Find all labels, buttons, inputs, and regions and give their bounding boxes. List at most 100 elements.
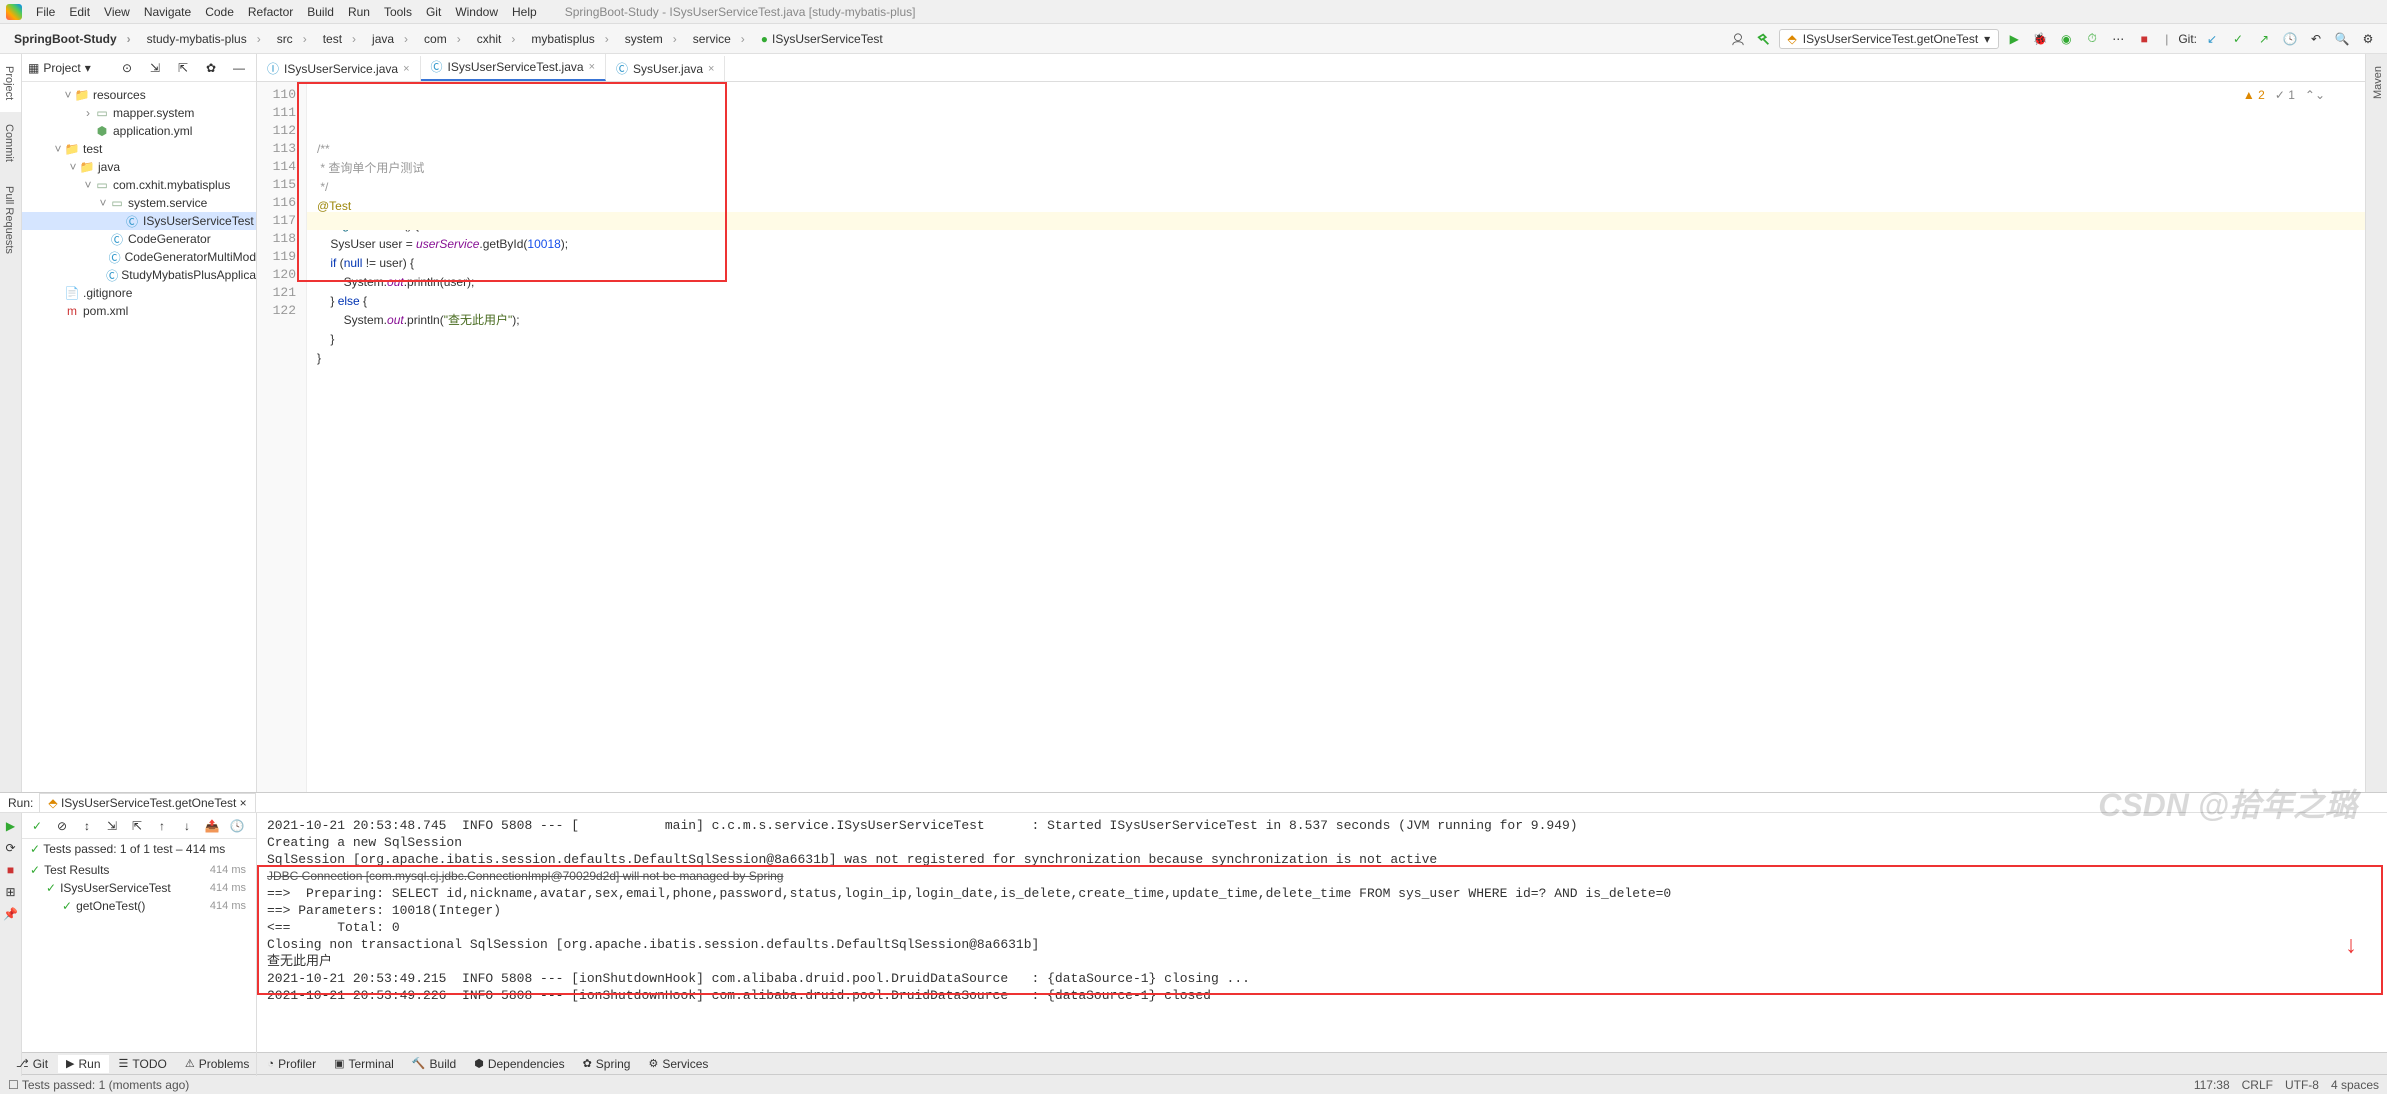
chevron-down-icon[interactable]: ▾: [85, 61, 91, 75]
settings-icon[interactable]: ✿: [200, 57, 222, 79]
menu-build[interactable]: Build: [301, 3, 340, 21]
close-icon[interactable]: ×: [589, 61, 595, 73]
hide-button[interactable]: —: [228, 57, 250, 79]
run-button[interactable]: ▶: [2003, 28, 2025, 50]
export-button[interactable]: 📤: [201, 815, 223, 837]
coverage-button[interactable]: ◉: [2055, 28, 2077, 50]
crumb-mbp[interactable]: mybatisplus: [525, 32, 614, 46]
line-separator[interactable]: CRLF: [2242, 1078, 2273, 1092]
annotation-arrow-icon: ↓: [2345, 936, 2357, 953]
crumb-class[interactable]: ● ISysUserServiceTest: [755, 32, 899, 46]
menu-file[interactable]: File: [30, 3, 61, 21]
editor: ⒾISysUserService.java× ⒸISysUserServiceT…: [257, 54, 2365, 792]
run-tab[interactable]: ⬘ ISysUserServiceTest.getOneTest ×: [39, 793, 255, 812]
git-commit-button[interactable]: ✓: [2227, 28, 2249, 50]
menu-edit[interactable]: Edit: [63, 3, 96, 21]
crumb-root[interactable]: SpringBoot-Study: [8, 32, 137, 46]
caret-position[interactable]: 117:38: [2194, 1078, 2230, 1092]
tree-item-test-class[interactable]: ⒸISysUserServiceTest: [22, 212, 256, 230]
crumb-test[interactable]: test: [317, 32, 362, 46]
select-opened-button[interactable]: ⊙: [116, 57, 138, 79]
pin-button[interactable]: 📌: [2, 905, 20, 923]
inspection-badge[interactable]: ▲ 2 ✓ 1 ⌃⌄: [2243, 86, 2325, 104]
collapse-all-button[interactable]: ⇱: [172, 57, 194, 79]
close-icon[interactable]: ×: [403, 63, 409, 75]
show-passed-button[interactable]: ✓: [26, 815, 48, 837]
stop-button[interactable]: ■: [2, 861, 20, 879]
debug-button[interactable]: 🐞: [2029, 28, 2051, 50]
crumb-com[interactable]: com: [418, 32, 467, 46]
test-tree-panel: ✓ ⊘ ↕ ⇲ ⇱ ↑ ↓ 📤 🕓 ✓ Tests passed: 1 of 1…: [22, 813, 257, 1076]
project-tree[interactable]: ˅📁resources ›▭mapper.system ⬢application…: [22, 82, 256, 792]
right-tab-maven[interactable]: Maven: [2366, 54, 2387, 111]
git-push-button[interactable]: ↗: [2253, 28, 2275, 50]
git-history-button[interactable]: 🕓: [2279, 28, 2301, 50]
left-tool-rail: Project Commit Pull Requests: [0, 54, 22, 792]
rerun-button[interactable]: ▶: [2, 817, 20, 835]
editor-tab[interactable]: ⒸSysUser.java×: [606, 56, 725, 81]
class-icon: Ⓒ: [431, 58, 443, 75]
crumb-src[interactable]: src: [271, 32, 313, 46]
menu-git[interactable]: Git: [420, 3, 447, 21]
layout-button[interactable]: ⊞: [2, 883, 20, 901]
bottom-tab-todo[interactable]: ☰ TODO: [111, 1055, 175, 1073]
left-tab-commit[interactable]: Commit: [0, 112, 21, 174]
bottom-tab-run[interactable]: ▶ Run: [58, 1055, 108, 1073]
run-config-dropdown[interactable]: ⬘ ISysUserServiceTest.getOneTest ▾: [1779, 29, 2000, 49]
menu-code[interactable]: Code: [199, 3, 240, 21]
run-toolbar: ✓ ⊘ ↕ ⇲ ⇱ ↑ ↓ 📤 🕓: [22, 813, 256, 839]
collapse-button[interactable]: ⇱: [126, 815, 148, 837]
show-ignored-button[interactable]: ⊘: [51, 815, 73, 837]
profiler-button[interactable]: ⏱: [2081, 28, 2103, 50]
app-logo-icon: [6, 4, 22, 20]
attach-button[interactable]: ⋯: [2107, 28, 2129, 50]
git-rollback-button[interactable]: ↶: [2305, 28, 2327, 50]
window-title: SpringBoot-Study - ISysUserServiceTest.j…: [565, 5, 916, 19]
test-tree[interactable]: ✓Test Results414 ms✓ISysUserServiceTest4…: [22, 859, 256, 1076]
toggle-button[interactable]: ⟳: [2, 839, 20, 857]
ide-settings-button[interactable]: ⚙: [2357, 28, 2379, 50]
add-config-button[interactable]: [1727, 28, 1749, 50]
right-tool-rail: Maven: [2365, 54, 2387, 792]
crumb-java[interactable]: java: [366, 32, 414, 46]
project-header: ▦ Project ▾ ⊙ ⇲ ⇱ ✿ —: [22, 54, 256, 82]
menu-navigate[interactable]: Navigate: [138, 3, 197, 21]
hammer-icon[interactable]: [1753, 28, 1775, 50]
menu-refactor[interactable]: Refactor: [242, 3, 299, 21]
menu-help[interactable]: Help: [506, 3, 543, 21]
menubar: File Edit View Navigate Code Refactor Bu…: [0, 0, 2387, 24]
crumb-system[interactable]: system: [619, 32, 683, 46]
editor-tab[interactable]: ⒾISysUserService.java×: [257, 56, 421, 81]
annotation-box: [257, 865, 2383, 995]
git-label: Git:: [2178, 32, 2197, 46]
encoding[interactable]: UTF-8: [2285, 1078, 2319, 1092]
menu-run[interactable]: Run: [342, 3, 376, 21]
menu-view[interactable]: View: [98, 3, 136, 21]
expand-all-button[interactable]: ⇲: [144, 57, 166, 79]
code-area[interactable]: 110 111 112 113 114 115 116 117 118 119 …: [257, 82, 2365, 792]
search-button[interactable]: 🔍: [2331, 28, 2353, 50]
sort-button[interactable]: ↕: [76, 815, 98, 837]
bottom-tab-problems[interactable]: ⚠ Problems: [177, 1055, 258, 1073]
editor-tabs: ⒾISysUserService.java× ⒸISysUserServiceT…: [257, 54, 2365, 82]
crumb-service[interactable]: service: [687, 32, 751, 46]
next-button[interactable]: ↓: [176, 815, 198, 837]
expand-button[interactable]: ⇲: [101, 815, 123, 837]
editor-tab[interactable]: ⒸISysUserServiceTest.java×: [421, 54, 607, 81]
crumb-module[interactable]: study-mybatis-plus: [141, 32, 267, 46]
crumb-cxhit[interactable]: cxhit: [471, 32, 522, 46]
git-update-button[interactable]: ↙: [2201, 28, 2223, 50]
main-area: Project Commit Pull Requests ▦ Project ▾…: [0, 54, 2387, 792]
indent[interactable]: 4 spaces: [2331, 1078, 2379, 1092]
left-tab-pr[interactable]: Pull Requests: [0, 174, 21, 266]
bottom-tab-git[interactable]: ⎇ Git: [8, 1055, 56, 1073]
menu-tools[interactable]: Tools: [378, 3, 418, 21]
left-tab-project[interactable]: Project: [0, 54, 21, 112]
run-left-toolbar: ▶ ⟳ ■ ⊞ 📌: [0, 813, 22, 1076]
prev-button[interactable]: ↑: [151, 815, 173, 837]
console-output[interactable]: 2021-10-21 20:53:48.745 INFO 5808 --- [ …: [257, 813, 2387, 1076]
stop-button[interactable]: ■: [2133, 28, 2155, 50]
history-button[interactable]: 🕓: [226, 815, 248, 837]
menu-window[interactable]: Window: [449, 3, 504, 21]
close-icon[interactable]: ×: [708, 63, 714, 75]
